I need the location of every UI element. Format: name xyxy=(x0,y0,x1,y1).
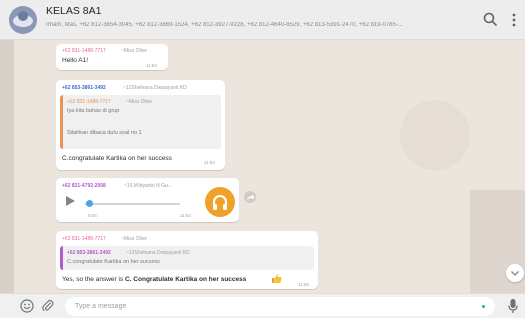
message-text: Hello A1! xyxy=(62,57,89,64)
message-bubble[interactable]: +62 853-3861-3492 ~12Sheleana Dwipayanti… xyxy=(56,80,225,170)
voice-duration: 0:04 xyxy=(88,213,97,218)
quote-sender-phone: +62 853-3861-3492 xyxy=(67,250,111,256)
sender-name: ~Miss Olive xyxy=(121,236,147,242)
thumbs-up-emoji xyxy=(272,274,282,283)
quoted-message[interactable]: +62 831-1488-7717 ~Miss Olive Iya kita b… xyxy=(60,95,221,149)
quote-text: Iya kita bahas di grup xyxy=(67,108,120,114)
sender-name: ~12Sheleana Dwipayanti KD xyxy=(123,85,187,91)
message-text-prefix: Yes, so the answer is xyxy=(62,276,125,283)
status-dot xyxy=(482,305,485,308)
wallpaper-shade xyxy=(0,40,14,293)
sender-phone[interactable]: +62 821-4792-2008 xyxy=(62,183,106,189)
sender-phone[interactable]: +62 853-3861-3492 xyxy=(62,85,106,91)
chevron-down-icon xyxy=(510,270,520,277)
quote-sender-phone: +62 831-1488-7717 xyxy=(67,99,111,105)
group-avatar[interactable] xyxy=(9,6,37,34)
emoji-icon[interactable] xyxy=(20,299,34,313)
message-text: C.congratulate Kartika on her success xyxy=(62,155,172,162)
quote-text: C.congratulate Kartika on her success xyxy=(67,259,160,265)
quote-sender-name: ~Miss Olive xyxy=(126,99,152,105)
message-time: 11:55 xyxy=(298,282,309,287)
sender-name: ~Miss Olive xyxy=(121,48,147,54)
message-text-bold: C. Congratulate Kartika on her success xyxy=(125,276,247,283)
quote-sender-name: ~12Sheleana Dwipayanti KD xyxy=(126,250,190,256)
quote-bar xyxy=(60,246,63,270)
headphones-icon xyxy=(205,187,235,217)
message-bubble[interactable]: +62 831-1488-7717 ~Miss Olive +62 853-38… xyxy=(56,231,318,289)
voice-progress-handle[interactable] xyxy=(86,200,93,207)
wallpaper-shade xyxy=(400,100,470,170)
play-icon[interactable] xyxy=(65,196,75,206)
quote-bar xyxy=(60,95,63,149)
quoted-message[interactable]: +62 853-3861-3492 ~12Sheleana Dwipayanti… xyxy=(60,246,314,270)
chat-title[interactable]: KELAS 8A1 xyxy=(46,5,101,17)
sender-phone[interactable]: +62 831-1488-7717 xyxy=(62,48,106,54)
message-time: 11:54 xyxy=(204,160,215,165)
avatar-shape-center xyxy=(18,11,28,21)
forward-icon[interactable] xyxy=(244,191,256,203)
attach-icon[interactable] xyxy=(41,299,55,313)
mic-icon[interactable] xyxy=(507,298,519,314)
voice-progress-track[interactable] xyxy=(85,203,180,205)
message-text: Yes, so the answer is C. Congratulate Ka… xyxy=(62,276,246,283)
message-bubble[interactable]: +62 831-1488-7717 ~Miss Olive Hello A1! … xyxy=(56,44,168,70)
sender-phone[interactable]: +62 831-1488-7717 xyxy=(62,236,106,242)
chat-header[interactable]: KELAS 8A1 Irham, Mas, +62 812-3854-3045,… xyxy=(0,0,525,40)
message-time: 11:54 xyxy=(146,63,157,68)
sender-name: ~16.Widyantri N Gu... xyxy=(124,183,172,189)
quote-text: Silahkan dibaca dulu soal no 1 xyxy=(67,130,142,136)
group-members: Irham, Mas, +62 812-3854-3045, +62 812-3… xyxy=(46,22,403,28)
scroll-down-button[interactable] xyxy=(506,264,524,282)
search-icon[interactable] xyxy=(482,11,498,29)
menu-dots-icon[interactable] xyxy=(506,11,522,29)
message-time: 11:54 xyxy=(180,213,191,218)
message-composer[interactable] xyxy=(0,293,525,318)
message-input[interactable] xyxy=(65,297,495,316)
